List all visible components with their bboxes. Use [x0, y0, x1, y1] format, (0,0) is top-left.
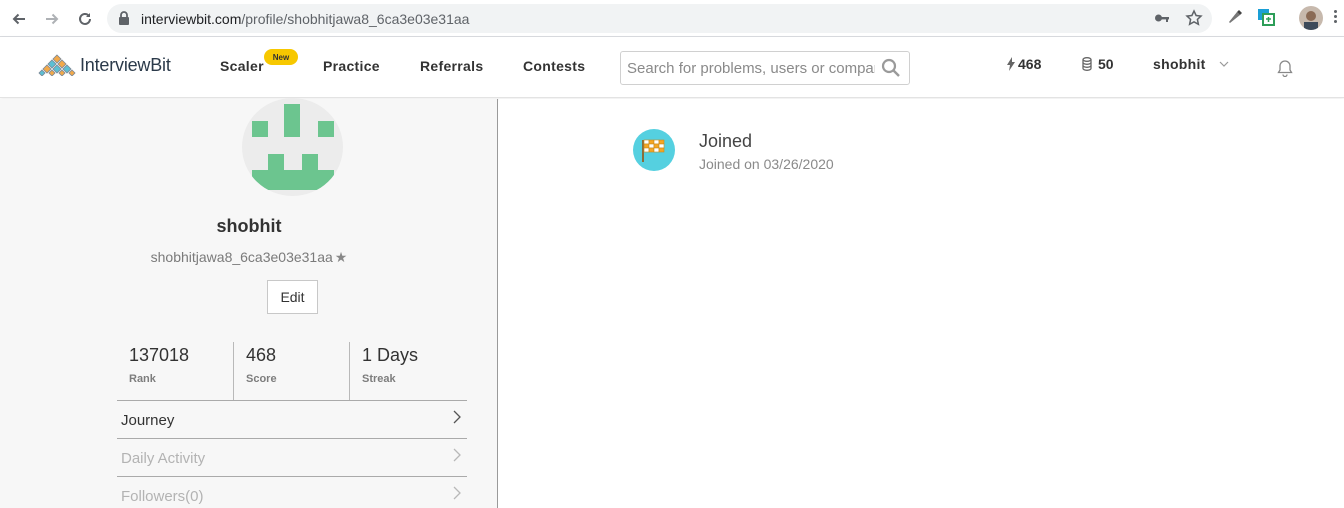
menu-item-followers[interactable]: Followers(0)	[117, 476, 467, 508]
logo-text: InterviewBit	[80, 54, 171, 75]
stat-label: Rank	[129, 373, 156, 385]
url-text: interviewbit.com/profile/shobhitjawa8_6c…	[141, 11, 469, 27]
browser-profile-avatar[interactable]	[1299, 6, 1323, 30]
bolt-icon	[1007, 57, 1015, 71]
nav-referrals[interactable]: Referrals	[420, 58, 483, 74]
browser-menu-icon[interactable]	[1334, 10, 1338, 26]
interviewbit-logo-icon	[38, 54, 76, 76]
stat-value: 1 Days	[362, 345, 419, 365]
bell-icon[interactable]	[1277, 59, 1293, 82]
search-input[interactable]	[627, 58, 875, 78]
lock-icon	[118, 11, 130, 30]
profile-sidebar: shobhit shobhitjawa8_6ca3e03e31aa ★ Edit …	[0, 98, 498, 508]
header-username: shobhit	[1153, 56, 1206, 72]
stat-label: Streak	[362, 373, 396, 385]
event-title: Joined	[699, 131, 753, 151]
menu-item-label: Daily Activity	[121, 450, 206, 467]
profile-stats: 137018 Rank 468 Score 1 Days Streak	[117, 342, 467, 400]
chevron-down-icon	[1219, 61, 1229, 67]
stat-value: 137018	[129, 345, 190, 365]
edit-profile-button[interactable]: Edit	[267, 280, 318, 314]
address-bar[interactable]: interviewbit.com/profile/shobhitjawa8_6c…	[107, 4, 1212, 33]
extension-pen-icon[interactable]	[1226, 8, 1244, 31]
site-header: InterviewBit Scaler New Practice Referra…	[0, 37, 1344, 98]
reload-icon	[79, 12, 91, 25]
header-score-value: 468	[1018, 56, 1042, 72]
extension-translate-icon[interactable]	[1257, 8, 1275, 31]
profile-name: shobhit	[216, 216, 282, 236]
logo[interactable]: InterviewBit	[38, 54, 171, 76]
checkered-flag-icon	[633, 129, 675, 171]
event-date: Joined on 03/26/2020	[699, 156, 834, 172]
chevron-right-icon	[453, 448, 461, 462]
nav-scaler[interactable]: Scaler	[220, 58, 264, 74]
profile-handle-row: shobhitjawa8_6ca3e03e31aa ★	[0, 249, 498, 266]
stat-score: 468 Score	[233, 342, 349, 400]
menu-item-daily-activity[interactable]: Daily Activity	[117, 438, 467, 476]
profile-timeline: Joined Joined on 03/26/2020	[499, 99, 1344, 508]
header-coins[interactable]: 50	[1082, 56, 1114, 72]
header-coins-value: 50	[1098, 56, 1114, 72]
menu-item-label: Followers(0)	[121, 488, 204, 505]
url-path: /profile/shobhitjawa8_6ca3e03e31aa	[241, 11, 470, 27]
profile-handle: shobhitjawa8_6ca3e03e31aa	[150, 249, 333, 265]
stat-streak: 1 Days Streak	[349, 342, 465, 400]
nav-contests[interactable]: Contests	[523, 58, 585, 74]
star-icon: ★	[334, 249, 348, 265]
menu-item-journey[interactable]: Journey	[117, 400, 467, 438]
header-score[interactable]: 468	[1007, 56, 1041, 72]
menu-item-label: Journey	[121, 412, 175, 429]
arrow-right-icon	[46, 13, 59, 25]
search-icon[interactable]	[881, 58, 901, 83]
forward-button[interactable]	[39, 6, 65, 32]
nav-practice[interactable]: Practice	[323, 58, 380, 74]
reload-button[interactable]	[72, 6, 98, 32]
back-button[interactable]	[6, 6, 32, 32]
profile-menu: Journey Daily Activity Followers(0)	[117, 400, 467, 508]
stat-label: Score	[246, 373, 277, 385]
new-badge: New	[264, 49, 298, 65]
coins-icon	[1082, 57, 1092, 71]
user-menu[interactable]: shobhit	[1153, 56, 1229, 72]
profile-avatar	[242, 98, 343, 196]
browser-toolbar: interviewbit.com/profile/shobhitjawa8_6c…	[0, 0, 1344, 37]
stat-value: 468	[246, 345, 277, 365]
key-icon[interactable]	[1154, 11, 1170, 30]
bookmark-star-icon[interactable]	[1185, 9, 1203, 32]
search-box	[620, 51, 910, 85]
chevron-right-icon	[453, 410, 461, 424]
arrow-left-icon	[12, 13, 25, 25]
stat-rank: 137018 Rank	[117, 342, 233, 400]
chevron-right-icon	[453, 486, 461, 500]
url-host: interviewbit.com	[141, 11, 242, 27]
